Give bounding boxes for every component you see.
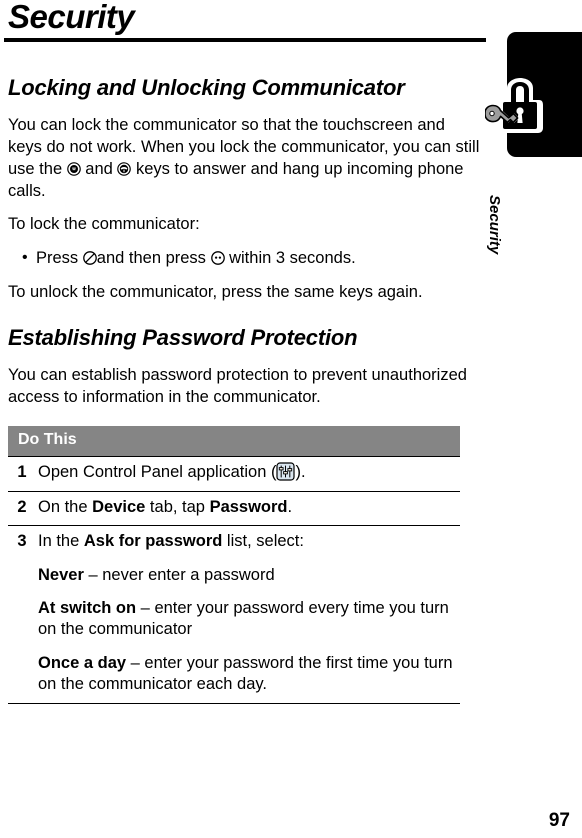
- step-text: In the Ask for password list, select: Ne…: [36, 525, 460, 704]
- step-text: On the Device tab, tap Password.: [36, 490, 460, 526]
- option-label: Once a day: [38, 653, 127, 672]
- text-run: Press: [36, 249, 83, 268]
- step-number: 1: [8, 456, 36, 492]
- emphasis-device-tab: Device: [92, 497, 146, 516]
- dot-key-icon: [210, 251, 225, 265]
- step-line: In the Ask for password list, select:: [38, 531, 454, 552]
- step-number: 3: [8, 525, 36, 704]
- text-run: within 3 seconds.: [224, 249, 356, 268]
- table-row: 1 Open Control Panel application ( ).: [8, 456, 460, 492]
- emphasis-password: Password: [209, 497, 288, 516]
- emphasis-ask-for-password: Ask for password: [83, 532, 223, 551]
- page-title: Security: [8, 0, 135, 35]
- option-once-a-day: Once a day – enter your password the fir…: [38, 653, 454, 696]
- section-heading-password: Establishing Password Protection: [8, 324, 358, 350]
- text-run: Open Control Panel application (: [38, 463, 277, 482]
- send-key-icon: [66, 161, 81, 176]
- page-number: 97: [548, 810, 570, 831]
- text-run: In the: [38, 532, 84, 551]
- padlock-and-key-icon: [484, 78, 547, 144]
- page-content: Locking and Unlocking Communicator You c…: [8, 74, 480, 704]
- table-header-row: Do This: [8, 426, 460, 457]
- table-header-do-this: Do This: [8, 426, 460, 457]
- option-label: Never: [38, 565, 84, 584]
- paragraph-to-lock: To lock the communicator:: [8, 215, 200, 234]
- text-run: ).: [295, 463, 306, 482]
- section-heading-locking: Locking and Unlocking Communicator: [8, 75, 405, 100]
- option-description: – never enter a password: [83, 565, 275, 584]
- table-row: 3 In the Ask for password list, select: …: [8, 525, 460, 704]
- table-row: 2 On the Device tab, tap Password.: [8, 490, 460, 526]
- option-at-switch-on: At switch on – enter your password every…: [38, 598, 454, 641]
- text-run: and: [80, 159, 118, 178]
- do-this-table: Do This 1 Open Control Panel application…: [8, 426, 460, 704]
- list-item: Press and then press within 3 seconds.: [22, 247, 480, 270]
- text-run: and then press: [96, 249, 211, 268]
- option-never: Never – never enter a password: [38, 565, 454, 586]
- paragraph-lock-intro: You can lock the communicator so that th…: [8, 115, 480, 202]
- lock-steps-list: Press and then press within 3 seconds.: [8, 247, 480, 270]
- step-text: Open Control Panel application ( ).: [36, 456, 460, 492]
- paragraph-to-unlock: To unlock the communicator, press the sa…: [8, 282, 423, 301]
- paragraph-password-intro: You can establish password protection to…: [8, 365, 467, 406]
- text-run: .: [287, 497, 293, 516]
- text-run: list, select:: [222, 532, 304, 551]
- power-slash-key-icon: [82, 251, 97, 265]
- step-number: 2: [8, 490, 36, 526]
- control-panel-sliders-icon: [276, 462, 296, 481]
- text-run: tab, tap: [145, 497, 210, 516]
- end-key-icon: [117, 161, 132, 176]
- chapter-tab-label: Security: [486, 195, 503, 255]
- title-rule: [4, 38, 486, 42]
- text-run: On the: [38, 497, 93, 516]
- option-label: At switch on: [38, 598, 137, 617]
